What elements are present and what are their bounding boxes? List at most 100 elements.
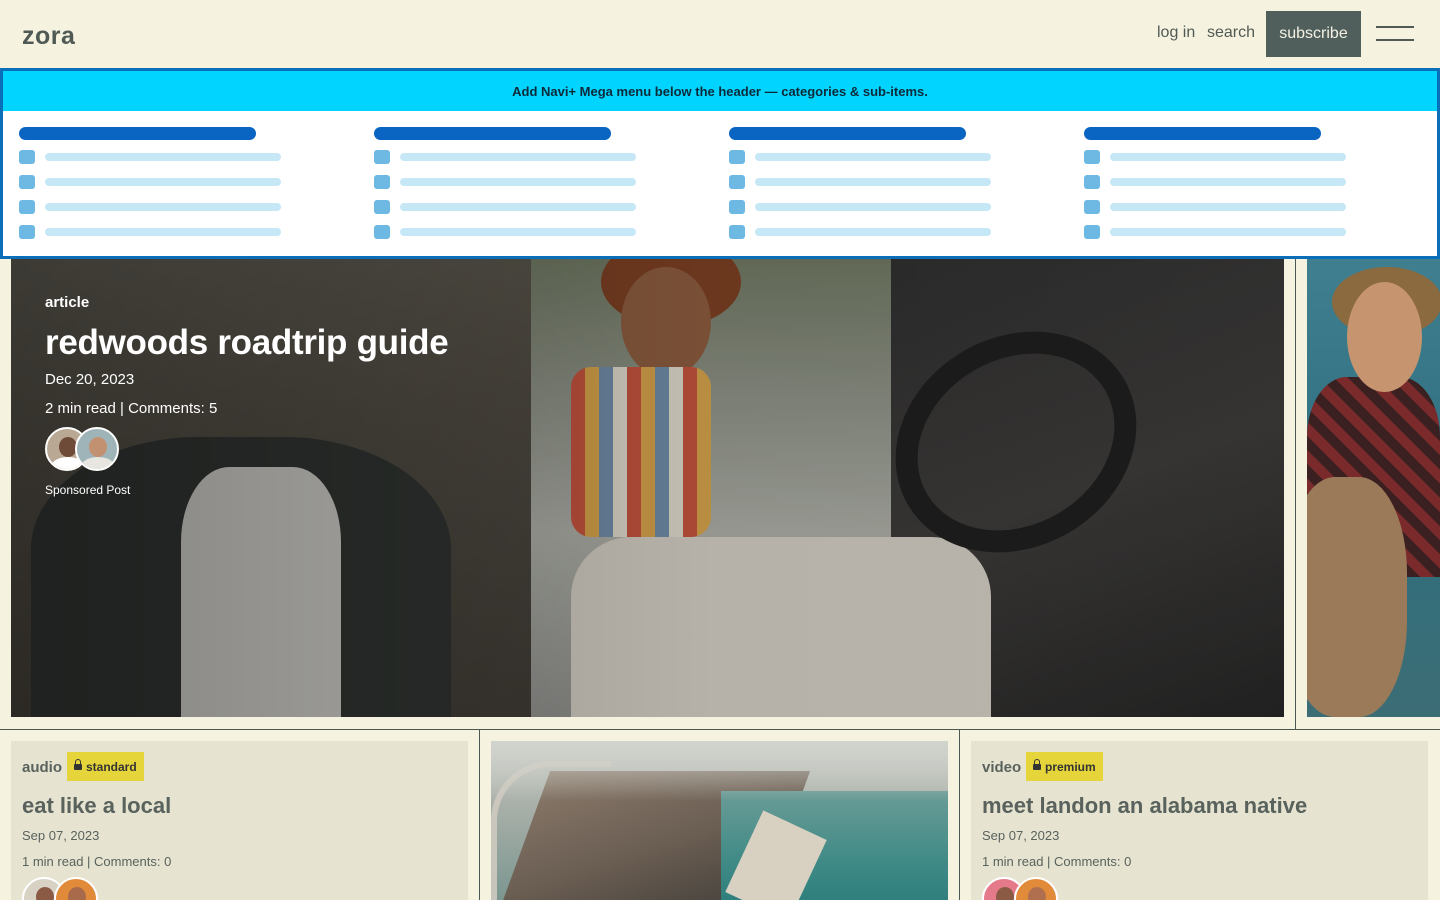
post-card[interactable]: audio standard eat like a local Sep 07, … (11, 741, 468, 900)
post-meta: 1 min read | Comments: 0 (22, 854, 172, 869)
avatar-face (996, 887, 1014, 900)
sub-item-label-placeholder (400, 228, 636, 236)
avatar[interactable] (54, 877, 98, 900)
sub-item-label-placeholder (45, 203, 281, 211)
post-title[interactable]: meet landon an alabama native (982, 793, 1307, 819)
mega-menu-category-heading[interactable] (374, 127, 611, 140)
mega-menu-sub-item[interactable] (374, 200, 644, 214)
access-tag-label: premium (1045, 759, 1096, 774)
hero-title[interactable]: redwoods roadtrip guide (45, 323, 449, 363)
sub-item-label-placeholder (755, 178, 991, 186)
mega-menu-category-heading[interactable] (729, 127, 966, 140)
author-avatars (982, 877, 1062, 900)
hero-author-avatars (45, 427, 125, 473)
sub-item-label-placeholder (755, 153, 991, 161)
mega-menu-sub-item[interactable] (374, 225, 644, 239)
mega-menu-sub-item[interactable] (729, 150, 999, 164)
sub-item-icon (374, 150, 390, 164)
hamburger-menu-icon[interactable] (1376, 26, 1414, 42)
avatar-face (1028, 887, 1046, 900)
mega-menu-sub-item[interactable] (19, 200, 289, 214)
mega-menu-sub-item[interactable] (19, 225, 289, 239)
mega-menu-sub-item[interactable] (1084, 225, 1354, 239)
post-type: video (982, 759, 1022, 776)
avatar-face (68, 887, 86, 900)
post-type: audio (22, 759, 62, 776)
access-tag: premium (1026, 752, 1103, 781)
site-header: zora log in search subscribe (0, 0, 1440, 68)
sub-item-label-placeholder (1110, 228, 1346, 236)
sub-item-label-placeholder (45, 228, 281, 236)
sub-item-icon (19, 150, 35, 164)
sub-item-icon (374, 225, 390, 239)
site-logo[interactable]: zora (22, 22, 75, 51)
post-title[interactable]: eat like a local (22, 793, 171, 819)
mega-menu-sub-item[interactable] (1084, 150, 1354, 164)
mega-menu-banner: Add Navi+ Mega menu below the header — c… (3, 71, 1437, 111)
hero-post-type: article (45, 294, 90, 311)
peek-image-figure (1307, 477, 1407, 717)
avatar[interactable] (1014, 877, 1058, 900)
card-divider (959, 730, 960, 900)
mega-menu-sub-item[interactable] (1084, 200, 1354, 214)
section-divider (0, 729, 1440, 730)
sub-item-icon (729, 150, 745, 164)
card-divider (479, 730, 480, 900)
slider-divider (1295, 257, 1296, 729)
post-card-image[interactable] (491, 741, 948, 900)
mega-menu-column (374, 127, 674, 247)
sub-item-label-placeholder (1110, 203, 1346, 211)
sub-item-icon (1084, 175, 1100, 189)
post-date: Sep 07, 2023 (982, 828, 1060, 843)
avatar-face (89, 437, 107, 457)
post-card[interactable]: video premium meet landon an alabama nat… (971, 741, 1428, 900)
hamburger-line (1376, 39, 1414, 41)
mega-menu-column (19, 127, 319, 247)
mega-menu-sub-item[interactable] (374, 175, 644, 189)
lock-icon (1033, 758, 1041, 771)
sub-item-icon (1084, 150, 1100, 164)
login-link[interactable]: log in (1157, 24, 1195, 42)
mega-menu-sub-item[interactable] (729, 200, 999, 214)
image-mist (491, 741, 948, 801)
sub-item-icon (19, 200, 35, 214)
sub-item-icon (729, 225, 745, 239)
sub-item-icon (374, 175, 390, 189)
sub-item-label-placeholder (400, 178, 636, 186)
avatar-body (81, 457, 115, 469)
mega-menu-sub-item[interactable] (729, 175, 999, 189)
author-avatars (22, 877, 102, 900)
mega-menu-category-heading[interactable] (19, 127, 256, 140)
sub-item-icon (1084, 200, 1100, 214)
avatar[interactable] (75, 427, 119, 471)
sub-item-label-placeholder (400, 203, 636, 211)
post-date: Sep 07, 2023 (22, 828, 100, 843)
mega-menu-placeholder: Add Navi+ Mega menu below the header — c… (0, 68, 1440, 259)
hero-meta: 2 min read | Comments: 5 (45, 400, 218, 417)
sub-item-label-placeholder (755, 203, 991, 211)
peek-image-figure (1347, 282, 1422, 392)
sub-item-label-placeholder (45, 178, 281, 186)
sponsored-label: Sponsored Post (45, 483, 131, 497)
sub-item-icon (729, 175, 745, 189)
mega-menu-category-heading[interactable] (1084, 127, 1321, 140)
hero-featured-post[interactable]: article redwoods roadtrip guide Dec 20, … (11, 257, 1284, 717)
mega-menu-sub-item[interactable] (729, 225, 999, 239)
mega-menu-column (1084, 127, 1384, 247)
sub-item-label-placeholder (1110, 153, 1346, 161)
mega-menu-sub-item[interactable] (19, 175, 289, 189)
sub-item-icon (19, 175, 35, 189)
access-tag: standard (67, 752, 144, 781)
sub-item-icon (374, 200, 390, 214)
next-slide-image[interactable] (1307, 257, 1440, 717)
subscribe-button[interactable]: subscribe (1266, 11, 1361, 57)
sub-item-label-placeholder (1110, 178, 1346, 186)
avatar-face (36, 887, 54, 900)
mega-menu-sub-item[interactable] (1084, 175, 1354, 189)
sub-item-icon (19, 225, 35, 239)
search-link[interactable]: search (1207, 24, 1255, 42)
sub-item-icon (729, 200, 745, 214)
mega-menu-sub-item[interactable] (19, 150, 289, 164)
post-meta: 1 min read | Comments: 0 (982, 854, 1132, 869)
mega-menu-sub-item[interactable] (374, 150, 644, 164)
